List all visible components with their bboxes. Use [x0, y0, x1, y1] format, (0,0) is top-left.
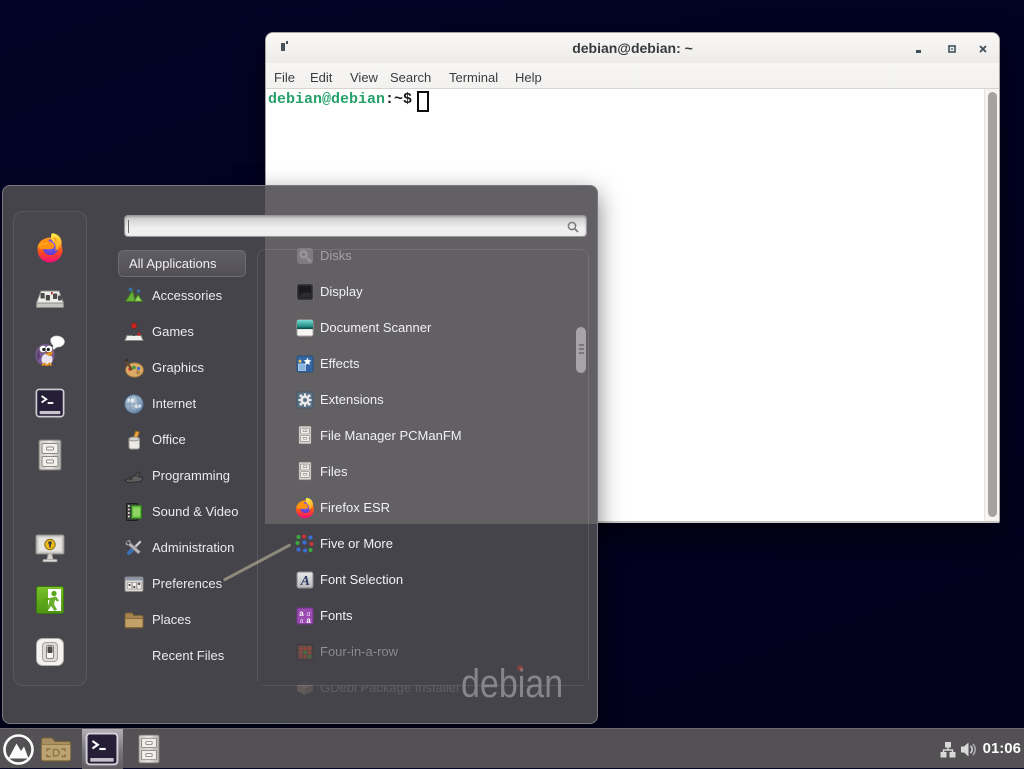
svg-text:a: a — [306, 617, 311, 626]
svg-text:a: a — [300, 616, 304, 625]
svg-text:A: A — [300, 574, 310, 589]
